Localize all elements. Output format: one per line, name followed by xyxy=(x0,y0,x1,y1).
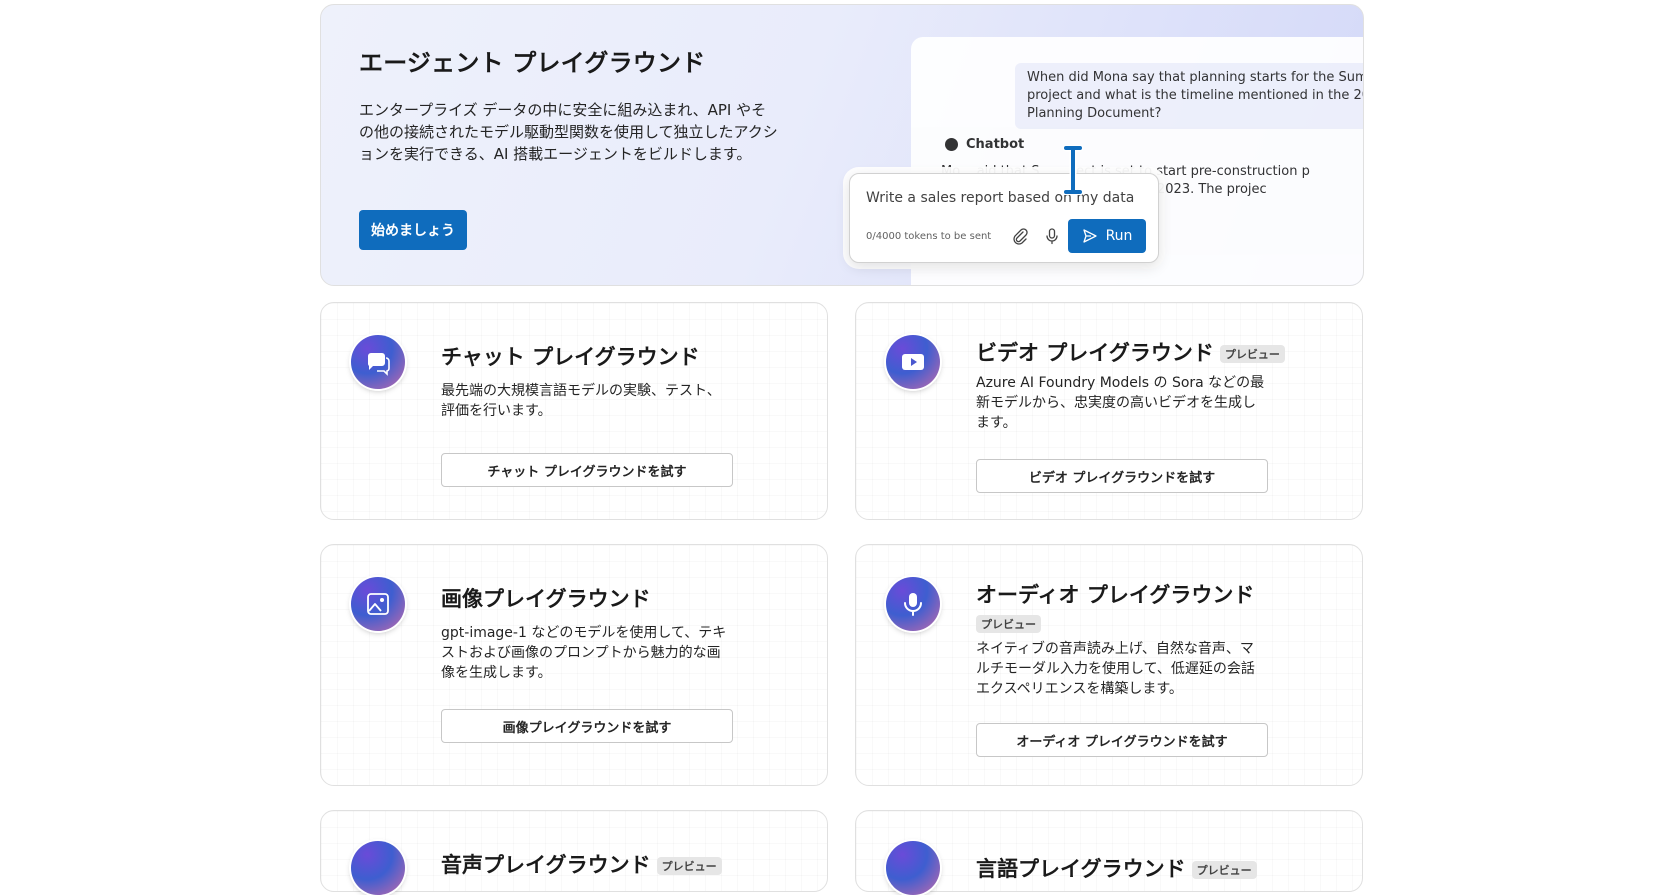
chat-composer: 0/4000 tokens to be sent Run xyxy=(849,173,1159,263)
chat-bubbles-icon xyxy=(351,335,405,389)
image-icon xyxy=(351,577,405,631)
audio-playground-card: オーディオ プレイグラウンド プレビュー ネイティブの音声読み上げ、自然な音声、… xyxy=(855,544,1363,786)
card-description: Azure AI Foundry Models の Sora などの最新モデルか… xyxy=(976,375,1265,431)
preview-badge: プレビュー xyxy=(1191,861,1257,879)
speech-icon xyxy=(351,841,405,895)
card-title-text: 言語プレイグラウンド xyxy=(976,857,1186,881)
video-play-icon xyxy=(886,335,940,389)
card-title: 画像プレイグラウンド xyxy=(441,587,651,611)
text-cursor-icon xyxy=(1062,145,1084,195)
card-title: チャット プレイグラウンド xyxy=(441,345,700,369)
microphone-icon xyxy=(886,577,940,631)
paperclip-icon[interactable] xyxy=(1010,226,1030,246)
card-title-text: 音声プレイグラウンド xyxy=(441,853,651,877)
try-chat-playground-button[interactable]: チャット プレイグラウンドを試す xyxy=(441,453,733,487)
language-icon xyxy=(886,841,940,895)
chat-playground-card: チャット プレイグラウンド 最先端の大規模言語モデルの実験、テスト、評価を行いま… xyxy=(320,302,828,520)
image-playground-card: 画像プレイグラウンド gpt-image-1 などのモデルを使用して、テキストお… xyxy=(320,544,828,786)
chatbot-header: Chatbot xyxy=(945,137,1024,152)
preview-badge: プレビュー xyxy=(976,615,1041,633)
hero-description: エンタープライズ データの中に安全に組み込まれ、API やその他の接続されたモデ… xyxy=(359,101,778,163)
card-title-text: ビデオ プレイグラウンド xyxy=(976,341,1214,365)
prompt-input[interactable] xyxy=(866,190,1136,206)
language-playground-card: 言語プレイグラウンド プレビュー xyxy=(855,810,1363,895)
card-title: オーディオ プレイグラウンド xyxy=(976,583,1255,607)
video-playground-card: ビデオ プレイグラウンド プレビュー Azure AI Foundry Model… xyxy=(855,302,1363,520)
card-description: gpt-image-1 などのモデルを使用して、テキストおよび画像のプロンプトか… xyxy=(441,625,727,681)
agent-playground-hero: エージェント プレイグラウンド エンタープライズ データの中に安全に組み込まれ、… xyxy=(320,4,1364,286)
chatbot-icon xyxy=(945,138,958,151)
preview-badge: プレビュー xyxy=(656,857,722,875)
card-description: ネイティブの音声読み上げ、自然な音声、マルチモーダル入力を使用して、低遅延の会話… xyxy=(976,641,1255,697)
hero-title: エージェント プレイグラウンド xyxy=(359,49,706,77)
send-icon xyxy=(1082,229,1097,243)
try-image-playground-button[interactable]: 画像プレイグラウンドを試す xyxy=(441,709,733,743)
microphone-icon[interactable] xyxy=(1042,226,1062,246)
run-label: Run xyxy=(1105,228,1133,244)
try-video-playground-button[interactable]: ビデオ プレイグラウンドを試す xyxy=(976,459,1268,493)
card-title: 言語プレイグラウンド プレビュー xyxy=(976,853,1257,883)
speech-playground-card: 音声プレイグラウンド プレビュー xyxy=(320,810,828,895)
try-audio-playground-button[interactable]: オーディオ プレイグラウンドを試す xyxy=(976,723,1268,757)
user-message: When did Mona say that planning starts f… xyxy=(1015,63,1363,129)
card-description: 最先端の大規模言語モデルの実験、テスト、評価を行います。 xyxy=(441,383,721,419)
card-title: 音声プレイグラウンド プレビュー xyxy=(441,849,722,879)
token-count: 0/4000 tokens to be sent xyxy=(866,231,992,242)
preview-badge: プレビュー xyxy=(1219,345,1285,363)
get-started-button[interactable]: 始めましょう xyxy=(359,210,467,250)
card-title: ビデオ プレイグラウンド プレビュー xyxy=(976,337,1285,367)
run-button[interactable]: Run xyxy=(1068,219,1146,253)
chatbot-name: Chatbot xyxy=(966,137,1025,152)
